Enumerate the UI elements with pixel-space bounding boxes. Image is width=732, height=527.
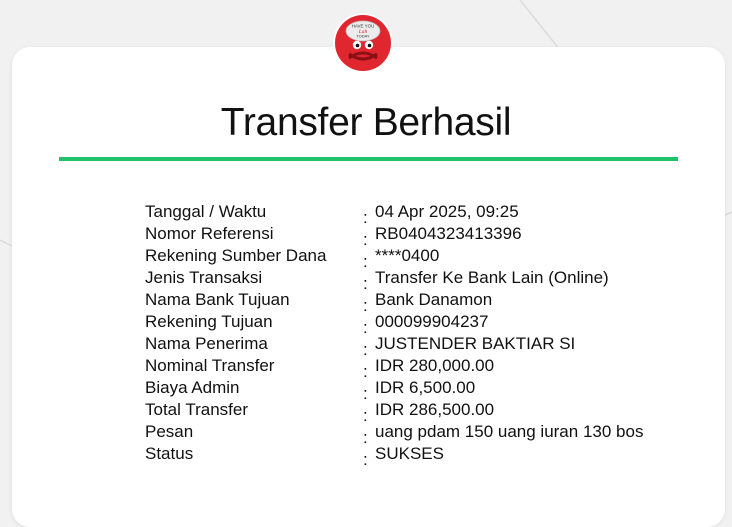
detail-row-message: Pesan : uang pdam 150 uang iuran 130 bos [145,422,685,447]
detail-separator: : [363,296,368,315]
detail-value: IDR 280,000.00 [375,356,495,375]
detail-value: 04 Apr 2025, 09:25 [375,202,519,221]
detail-row-destination-bank: Nama Bank Tujuan : Bank Danamon [145,290,685,315]
detail-label: Rekening Tujuan [145,312,273,331]
detail-row-status: Status : SUKSES [145,444,685,469]
detail-value: JUSTENDER BAKTIAR SI [375,334,576,353]
detail-label: Nama Bank Tujuan [145,290,290,309]
detail-label: Nama Penerima [145,334,268,353]
detail-row-transfer-amount: Nominal Transfer : IDR 280,000.00 [145,356,685,381]
detail-label: Biaya Admin [145,378,240,397]
title-divider [59,157,678,161]
detail-separator: : [363,252,368,271]
detail-row-source-account: Rekening Sumber Dana : ****0400 [145,246,685,271]
detail-label: Total Transfer [145,400,248,419]
detail-value: 000099904237 [375,312,489,331]
detail-row-recipient-name: Nama Penerima : JUSTENDER BAKTIAR SI [145,334,685,359]
detail-separator: : [363,340,368,359]
detail-row-reference-number: Nomor Referensi : RB0404323413396 [145,224,685,249]
detail-label: Nominal Transfer [145,356,275,375]
detail-value: Bank Danamon [375,290,493,309]
detail-separator: : [363,428,368,447]
mascot-caption-top: HAVE YOU [352,24,375,29]
page-title: Transfer Berhasil [220,101,512,144]
detail-value: IDR 286,500.00 [375,400,495,419]
detail-separator: : [363,230,368,249]
detail-value: ****0400 [375,246,440,265]
detail-separator: : [363,318,368,337]
detail-value: IDR 6,500.00 [375,378,476,397]
mascot-caption-bottom: TODAY [356,34,370,39]
mascot-logo-icon: HAVE YOU Lah TODAY [333,13,393,73]
detail-label: Status [145,444,194,463]
detail-row-total-transfer: Total Transfer : IDR 286,500.00 [145,400,685,425]
status-value: SUKSES [375,444,444,463]
detail-label: Tanggal / Waktu [145,202,267,221]
detail-value: Transfer Ke Bank Lain (Online) [375,268,609,287]
detail-row-admin-fee: Biaya Admin : IDR 6,500.00 [145,378,685,403]
detail-row-transaction-type: Jenis Transaksi : Transfer Ke Bank Lain … [145,268,685,293]
detail-separator: : [363,384,368,403]
detail-row-destination-account: Rekening Tujuan : 000099904237 [145,312,685,337]
detail-value: RB0404323413396 [375,224,522,243]
detail-value: uang pdam 150 uang iuran 130 bos [375,422,644,441]
detail-row-datetime: Tanggal / Waktu : 04 Apr 2025, 09:25 [145,202,685,227]
detail-separator: : [363,362,368,381]
detail-separator: : [363,274,368,293]
detail-separator: : [363,406,368,425]
detail-label: Nomor Referensi [145,224,274,243]
detail-separator: : [363,208,368,227]
transaction-details: Tanggal / Waktu : 04 Apr 2025, 09:25 Nom… [145,202,685,469]
detail-label: Rekening Sumber Dana [145,246,327,265]
detail-label: Jenis Transaksi [145,268,263,287]
detail-label: Pesan [145,422,194,441]
detail-separator: : [363,450,368,469]
